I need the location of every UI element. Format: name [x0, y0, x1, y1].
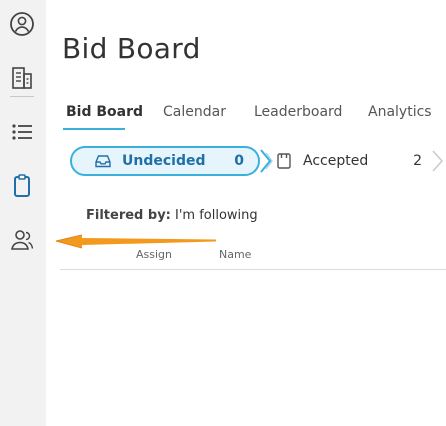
table-header-divider: [60, 269, 446, 270]
sidebar-divider: [10, 96, 34, 97]
stage-label: Undecided: [122, 153, 206, 169]
chevron-right-icon: [260, 149, 273, 173]
stage-filter: Undecided 0 Accepted 2: [60, 146, 446, 178]
stage-count: 2: [413, 153, 422, 169]
chevron-right-icon: [432, 150, 444, 172]
list-icon[interactable]: [8, 118, 36, 146]
tab-analytics[interactable]: Analytics: [368, 104, 432, 120]
tab-calendar[interactable]: Calendar: [163, 104, 226, 120]
stage-label: Accepted: [303, 153, 369, 169]
person-circle-icon[interactable]: [8, 10, 36, 38]
building-icon[interactable]: [8, 64, 36, 92]
tab-bid-board[interactable]: Bid Board: [66, 104, 143, 120]
filter-key: Filtered by:: [86, 208, 171, 223]
bracket-box-icon: [276, 152, 292, 170]
clipboard-icon[interactable]: [8, 172, 36, 200]
tab-bar: Bid Board Calendar Leaderboard Analytics: [46, 104, 446, 130]
tab-leaderboard[interactable]: Leaderboard: [254, 104, 342, 120]
stage-accepted[interactable]: Accepted 2: [276, 146, 446, 176]
active-tab-indicator: [63, 128, 125, 130]
stage-count: 0: [234, 153, 244, 169]
column-header-name[interactable]: Name: [219, 248, 251, 261]
stage-undecided[interactable]: Undecided 0: [70, 146, 260, 176]
annotation-arrow-icon: [55, 234, 216, 249]
filter-value: I'm following: [175, 208, 258, 223]
page-title: Bid Board: [62, 32, 201, 65]
people-icon[interactable]: [8, 226, 36, 254]
inbox-icon: [94, 152, 112, 170]
sidebar: [0, 0, 46, 426]
filter-summary[interactable]: Filtered by: I'm following: [86, 208, 258, 223]
